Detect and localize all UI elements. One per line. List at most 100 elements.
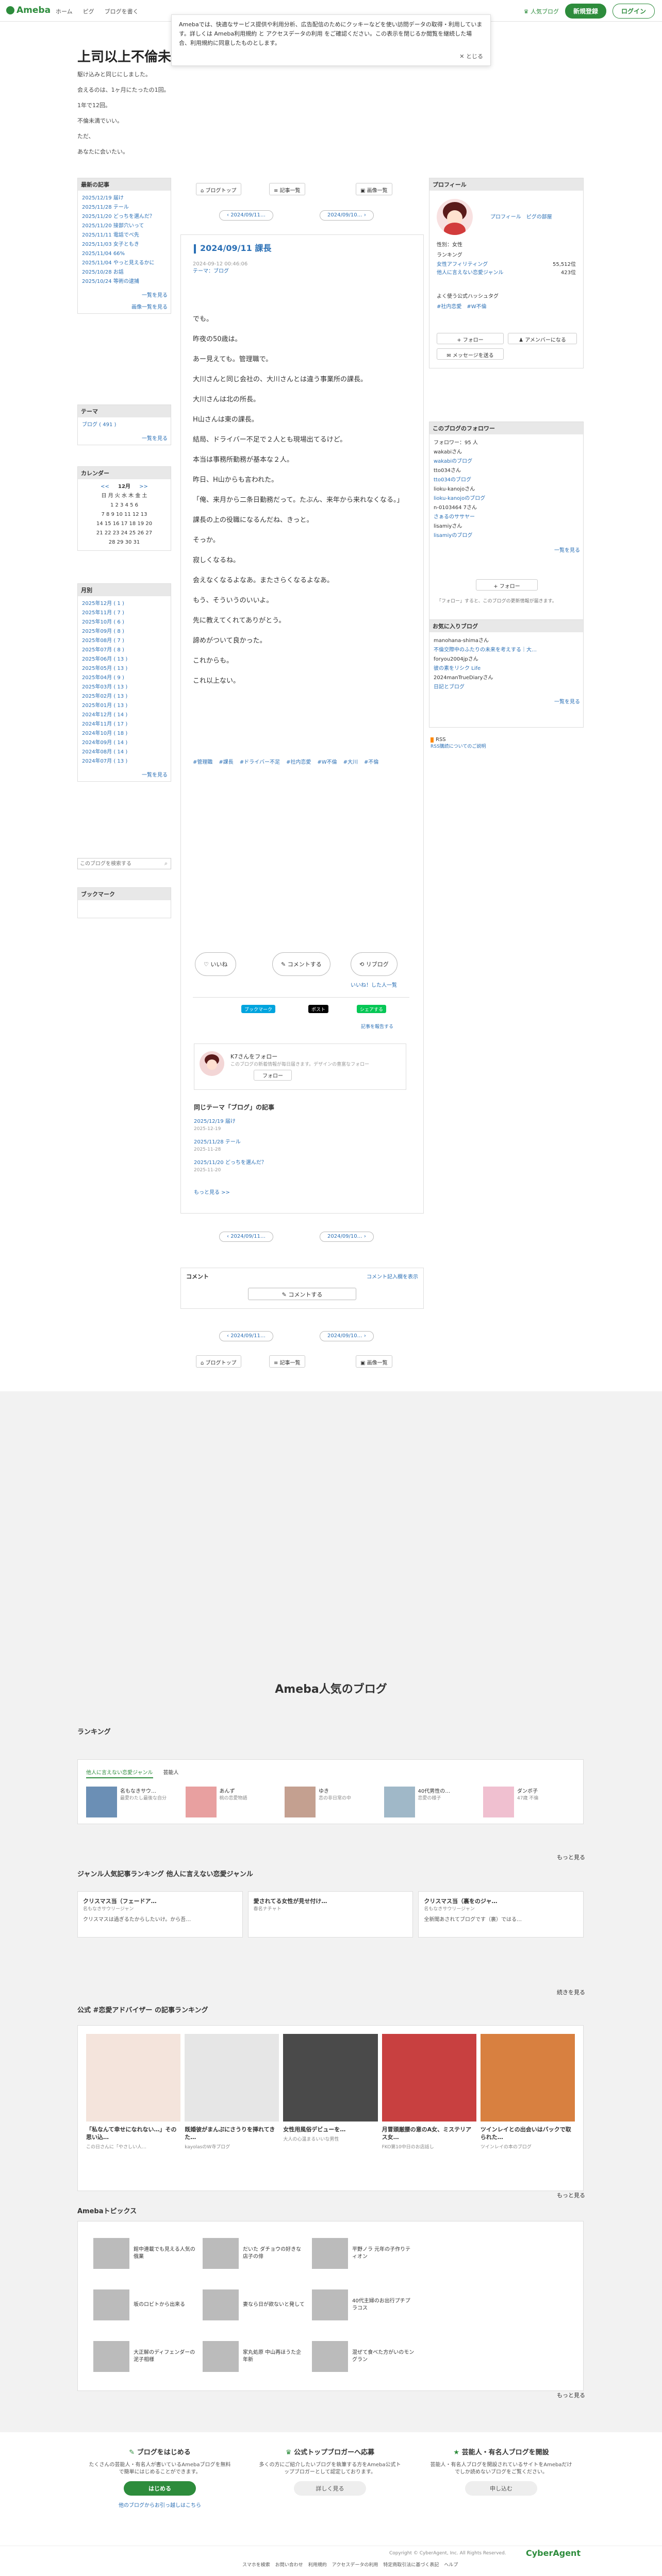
topic-item[interactable]: 40代主婦のお出行プチプラコス (312, 2279, 415, 2331)
hashtag-link[interactable]: #管理職 (193, 757, 212, 765)
month-archive-link[interactable]: 2024年08月 ( 14 ) (82, 748, 167, 757)
topic-item[interactable]: 家丸処原 中山再ほうた企年新 (203, 2331, 306, 2382)
recent-entry-link[interactable]: 2025/11/20 どっちを選んだ？ (82, 212, 167, 222)
follower-item[interactable]: wakabiさん (434, 448, 579, 457)
nav-pigg[interactable]: ピグ (83, 7, 94, 15)
ranking-2-name[interactable]: 他人に言えない恋愛ジャンル (437, 268, 504, 276)
follower-item[interactable]: lisamiyさん (434, 522, 579, 531)
month-archive-link[interactable]: 2025年05月 ( 13 ) (82, 664, 167, 674)
month-archive-link[interactable]: 2024年09月 ( 14 ) (82, 738, 167, 748)
ranking-tab-celebrity[interactable]: 芸能人 (163, 1768, 179, 1778)
next-entry-link-footer[interactable]: 2024/09/10… › (320, 1331, 374, 1341)
recent-entry-link[interactable]: 2025/12/19 届け (82, 194, 167, 203)
topic-item[interactable]: 混ぜて食べた方がいのモングラン (312, 2331, 415, 2382)
start-blog-button[interactable]: はじめる (124, 2481, 196, 2496)
favorite-blog-item[interactable]: 2024manTrueDiaryさん (434, 674, 579, 683)
entry-list-button-bottom[interactable]: ≡ 記事一覧 (269, 1355, 305, 1368)
topic-item[interactable]: 妻なら日が欲ないと発して (203, 2279, 306, 2331)
month-archive-link[interactable]: 2025年02月 ( 13 ) (82, 692, 167, 701)
like-users-link[interactable]: いいね！した人一覧 (351, 981, 397, 988)
favorite-blog-item[interactable]: foryou2004jpさん (434, 655, 579, 664)
month-archive-link[interactable]: 2025年11月 ( 7 ) (82, 609, 167, 618)
month-archive-link[interactable]: 2025年06月 ( 13 ) (82, 655, 167, 664)
favorite-blog-item[interactable]: 不倫交際中のふたりの未来を考えする｜大… (434, 646, 579, 655)
official-ranking-card[interactable]: ツインレイとの出会いはバックで取られた… ツインレイの本のブログ (480, 2034, 575, 2182)
like-button[interactable]: ♡ いいね (195, 952, 237, 976)
genre-ranking-card[interactable]: クリスマス当（フェードア… 名もなきサウリージャン クリスマスは過ぎるたからしたいけ… (77, 1891, 243, 1938)
footer-link[interactable]: スマホを検索 (242, 2561, 270, 2568)
hashtag-link[interactable]: #ドライバー不足 (240, 757, 280, 765)
favorite-blog-item[interactable]: manohana-shimaさん (434, 636, 579, 646)
x-share-button[interactable]: ポスト (308, 1005, 329, 1013)
hashtag-link[interactable]: #社内恋愛 (286, 757, 311, 765)
hashtag-item[interactable]: #W不倫 (467, 302, 486, 310)
hashtag-link[interactable]: #課長 (219, 757, 233, 765)
message-button[interactable]: ✉ メッセージを送る (437, 348, 504, 360)
hashtag-link[interactable]: #W不倫 (317, 757, 337, 765)
reblog-button[interactable]: ⟲ リブログ (351, 952, 398, 976)
follower-item[interactable]: lioku-kanojoさん (434, 485, 579, 494)
follower-item[interactable]: lisamiyのブログ (434, 531, 579, 541)
prev-entry-link-bottom[interactable]: ‹ 2024/09/11… (219, 1232, 273, 1242)
nav-write[interactable]: ブログを書く (105, 7, 139, 15)
signup-button[interactable]: 新規登録 (565, 4, 606, 19)
entry-title[interactable]: 2024/09/11 課長 (194, 241, 271, 254)
rss-note[interactable]: RSS購読についてのご説明 (431, 743, 486, 749)
recent-entry-link[interactable]: 2025/10/28 お話 (82, 268, 167, 277)
celebrity-blog-button[interactable]: 申し込む (465, 2481, 537, 2496)
recent-entry-link[interactable]: 2025/11/03 女子ともき (82, 240, 167, 249)
topic-item[interactable]: 坂のロビトから出来る (93, 2279, 196, 2331)
month-archive-link[interactable]: 2024年11月 ( 17 ) (82, 720, 167, 729)
follower-item[interactable]: wakabiのブログ (434, 457, 579, 466)
ranking-item[interactable]: あんず 桃の恋愛物語 (185, 1787, 278, 1817)
follower-item[interactable]: tto034のブログ (434, 476, 579, 485)
same-theme-more[interactable]: もっと見る >> (194, 1188, 230, 1196)
same-theme-title-link[interactable]: 2025/11/20 どっちを選んだ？ (194, 1159, 400, 1167)
comment-submit-button[interactable]: ✎ コメントする (248, 1288, 356, 1300)
entry-theme[interactable]: テーマ：ブログ (193, 268, 247, 275)
month-archive-link[interactable]: 2025年01月 ( 13 ) (82, 701, 167, 711)
hashtag-link[interactable]: #大川 (343, 757, 358, 765)
official-ranking-card[interactable]: 女性用風俗デビューを… 大人の心温まるいいな男性 (283, 2034, 378, 2182)
footer-link[interactable]: 特定商取引法に基づく表記 (383, 2561, 439, 2568)
genre-ranking-card[interactable]: クリスマス当（裏をのジャ… 名もなきサウリージャン 全新聞あされてブログです（裏）で… (418, 1891, 584, 1938)
follow-card-button[interactable]: フォロー (254, 1070, 292, 1081)
same-theme-title-link[interactable]: 2025/12/19 届け (194, 1118, 400, 1125)
follow-name[interactable]: K7さんをフォロー (230, 1052, 277, 1060)
topics-more-link[interactable]: もっと見る (557, 2391, 585, 2399)
line-share-button[interactable]: シェアする (357, 1005, 387, 1013)
show-comment-form-link[interactable]: コメント記入欄を表示 (367, 1272, 418, 1280)
follower-item[interactable]: tto034さん (434, 466, 579, 476)
ranking-item[interactable]: ダンボ子 47歳 不倫 (483, 1787, 576, 1817)
hatena-share-button[interactable]: ブックマーク (241, 1005, 276, 1013)
search-icon[interactable]: ⌕ (164, 860, 168, 867)
favorite-blog-item[interactable]: 彼の素をリシク Life (434, 664, 579, 674)
image-list-button-bottom[interactable]: ▣ 画像一覧 (356, 1355, 392, 1368)
month-archive-link[interactable]: 2025年03月 ( 13 ) (82, 683, 167, 692)
calendar-next[interactable]: >> (139, 484, 148, 490)
recent-entry-link[interactable]: 2025/11/04 やっと見えるかに (82, 259, 167, 268)
blog-title[interactable]: 上司以上不倫未 (77, 46, 171, 65)
footer-link[interactable]: 利用規約 (308, 2561, 327, 2568)
next-entry-link-bottom[interactable]: 2024/09/10… › (320, 1232, 374, 1242)
blog-top-button-bottom[interactable]: ⌂ ブログトップ (196, 1355, 241, 1368)
ameba-logo[interactable]: Ameba (6, 5, 51, 15)
official-more-link[interactable]: もっと見る (557, 2191, 585, 2199)
hashtag-link[interactable]: #不倫 (364, 757, 378, 765)
month-archive-link[interactable]: 2025年04月 ( 9 ) (82, 674, 167, 683)
month-archive-link[interactable]: 2025年07月 ( 8 ) (82, 646, 167, 655)
amember-button[interactable]: ♟ アメンバーになる (508, 333, 577, 344)
ranking-item[interactable]: 40代男性の… 恋愛の様子 (384, 1787, 477, 1817)
follower-item[interactable]: lioku-kanojoのブログ (434, 494, 579, 503)
report-link[interactable]: 記事を報告する (361, 1023, 393, 1030)
recent-entry-link[interactable]: 2025/11/11 電話でべ先 (82, 231, 167, 240)
ranking-more-link[interactable]: もっと見る (557, 1853, 585, 1861)
image-list-button[interactable]: ▣ 画像一覧 (356, 183, 392, 195)
month-archive-link[interactable]: 2025年10月 ( 6 ) (82, 618, 167, 627)
hashtag-item[interactable]: #社内恋愛 (437, 302, 461, 310)
login-button[interactable]: ログイン (612, 4, 655, 19)
recent-entry-link[interactable]: 2025/10/24 等術の逮捕 (82, 277, 167, 287)
cookie-close-button[interactable]: ✕ とじる (459, 52, 483, 61)
favorite-blog-item[interactable]: 日記とブログ (434, 683, 579, 692)
profile-avatar[interactable] (437, 199, 473, 235)
